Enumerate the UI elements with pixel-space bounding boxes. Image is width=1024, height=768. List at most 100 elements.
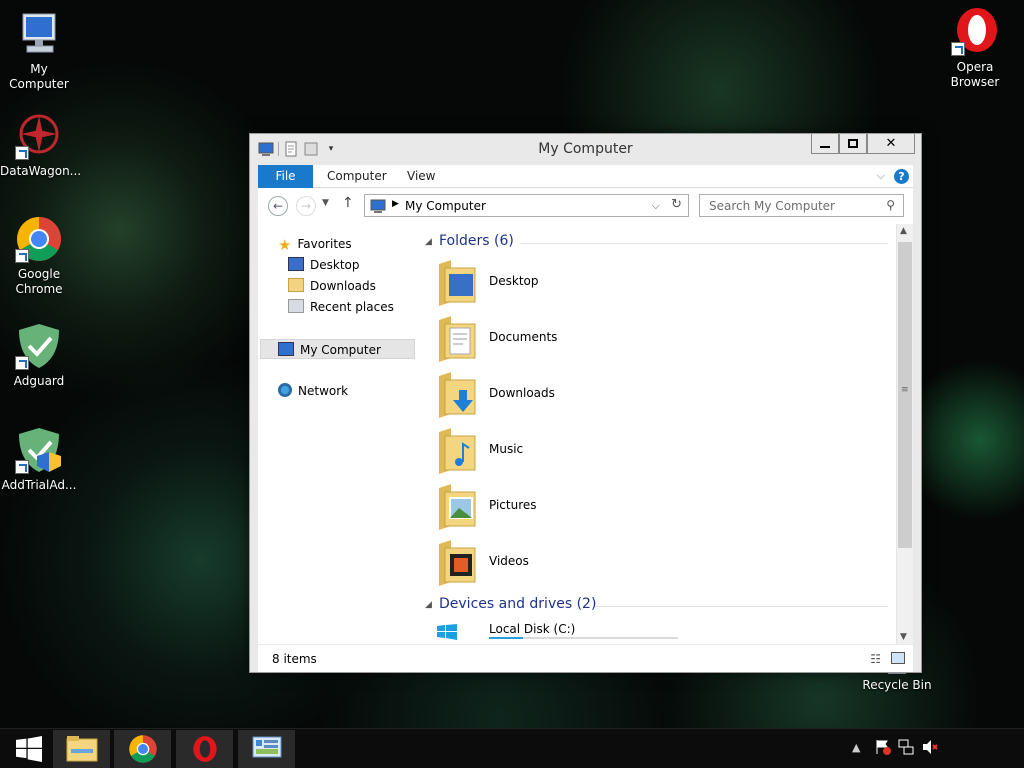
- navigation-pane: ★ Favorites Desktop Downloads Recent plac…: [258, 224, 415, 644]
- downloads-folder-icon: [439, 372, 476, 418]
- explorer-window[interactable]: ▾ My Computer ✕ File Computer View ⌵ ? ←…: [249, 133, 922, 673]
- scroll-up-icon[interactable]: ▲: [900, 226, 907, 236]
- nav-item-desktop[interactable]: Desktop: [288, 255, 360, 275]
- desktop-icon-datawagon[interactable]: DataWagon...: [0, 112, 81, 179]
- drive-local-disk-c[interactable]: Local Disk (C:): [437, 622, 737, 644]
- folder-downloads[interactable]: Downloads: [437, 370, 737, 422]
- devices-group-header[interactable]: Devices and drives (2): [439, 596, 596, 612]
- taskbar-chrome[interactable]: [114, 730, 171, 768]
- shortcut-arrow-icon: [15, 460, 29, 474]
- nav-item-favorites[interactable]: ★ Favorites: [278, 234, 352, 254]
- star-icon: ★: [278, 236, 292, 254]
- collapse-group-icon[interactable]: ◢: [425, 600, 432, 610]
- nav-label: My Computer: [300, 343, 381, 357]
- nav-item-recent-places[interactable]: Recent places: [288, 297, 394, 317]
- file-explorer-icon: [66, 736, 97, 762]
- folder-label: Music: [489, 442, 524, 456]
- nav-item-network[interactable]: Network: [278, 381, 348, 401]
- help-icon[interactable]: ?: [894, 169, 909, 184]
- desktop-folder-icon: [439, 260, 476, 306]
- folder-music[interactable]: Music: [437, 426, 737, 478]
- volume-muted-icon[interactable]: [922, 739, 938, 755]
- details-view-icon[interactable]: ☷: [870, 652, 881, 666]
- desktop-icon-chrome[interactable]: Google Chrome: [0, 215, 78, 297]
- tab-computer[interactable]: Computer: [327, 165, 387, 188]
- taskbar-file-explorer[interactable]: [53, 730, 110, 768]
- addtrial-icon: [15, 426, 63, 474]
- recent-places-icon: [288, 299, 304, 313]
- nav-label: Recent places: [310, 300, 394, 314]
- nav-item-downloads[interactable]: Downloads: [288, 276, 376, 296]
- nav-label: Network: [298, 384, 349, 398]
- computer-icon: [278, 342, 294, 356]
- folders-group-header[interactable]: Folders (6): [439, 233, 514, 249]
- up-arrow-icon[interactable]: ↑: [342, 195, 354, 211]
- shortcut-arrow-icon: [15, 249, 29, 263]
- nav-item-my-computer[interactable]: My Computer: [260, 339, 415, 359]
- search-box[interactable]: Search My Computer ⚲: [699, 194, 904, 217]
- tab-file[interactable]: File: [258, 165, 313, 188]
- refresh-icon[interactable]: ↻: [671, 197, 682, 212]
- desktop-icon-opera[interactable]: Opera Browser: [936, 8, 1014, 90]
- back-button[interactable]: ←: [268, 196, 288, 216]
- navigation-bar: ← → ▼ ↑ ▶ My Computer ⌵ ↻ Search My Comp…: [258, 188, 913, 224]
- large-icons-view-icon[interactable]: [891, 652, 905, 664]
- folder-pictures[interactable]: Pictures: [437, 482, 737, 534]
- maximize-icon: [848, 139, 858, 148]
- address-bar[interactable]: ▶ My Computer ⌵ ↻: [364, 194, 689, 217]
- address-text[interactable]: My Computer: [405, 199, 486, 213]
- opera-icon: [192, 736, 217, 762]
- vertical-scrollbar[interactable]: ▲ ≡ ▼: [896, 224, 913, 644]
- group-divider: [595, 606, 888, 607]
- forward-button[interactable]: →: [296, 196, 316, 216]
- action-center-flag-icon[interactable]: [875, 739, 891, 755]
- status-bar: 8 items ☷: [258, 644, 913, 672]
- taskbar-control-panel[interactable]: [238, 730, 295, 768]
- scroll-down-icon[interactable]: ▼: [900, 632, 907, 642]
- computer-icon: [370, 198, 386, 217]
- folder-label: Videos: [489, 554, 529, 568]
- datawagon-icon: [15, 112, 63, 160]
- folder-documents[interactable]: Documents: [437, 314, 737, 366]
- search-input[interactable]: Search My Computer: [709, 199, 835, 213]
- recent-locations-icon[interactable]: ▼: [322, 198, 329, 208]
- folder-label: Desktop: [489, 274, 539, 288]
- breadcrumb-chevron-icon[interactable]: ▶: [392, 199, 399, 209]
- documents-folder-icon: [439, 316, 476, 362]
- folder-desktop[interactable]: Desktop: [437, 258, 737, 310]
- taskbar-opera[interactable]: [176, 730, 233, 768]
- music-folder-icon: [439, 428, 476, 474]
- nav-label: Desktop: [310, 258, 360, 272]
- network-status-icon[interactable]: [898, 739, 914, 755]
- desktop-icon-label: Recycle Bin: [862, 678, 932, 692]
- control-panel-icon: [252, 736, 281, 758]
- chevron-down-icon[interactable]: ⌵: [652, 199, 660, 213]
- collapse-group-icon[interactable]: ◢: [425, 237, 432, 247]
- shortcut-arrow-icon: [15, 146, 29, 160]
- close-button[interactable]: ✕: [867, 134, 915, 154]
- title-bar[interactable]: ▾ My Computer ✕: [250, 134, 921, 165]
- desktop-icon-my-computer[interactable]: My Computer: [0, 10, 78, 92]
- start-button[interactable]: [0, 730, 57, 768]
- arrow-right-icon: →: [300, 199, 312, 213]
- search-icon[interactable]: ⚲: [886, 198, 895, 212]
- tab-view[interactable]: View: [407, 165, 435, 188]
- downloads-folder-icon: [288, 278, 304, 292]
- folder-label: Documents: [489, 330, 558, 344]
- folder-label: Downloads: [489, 386, 555, 400]
- drive-usage-bar: [489, 637, 678, 639]
- minimize-button[interactable]: [811, 134, 839, 154]
- desktop-icon-adguard[interactable]: Adguard: [0, 322, 78, 389]
- maximize-button[interactable]: [839, 134, 867, 154]
- group-divider: [521, 243, 888, 244]
- folder-videos[interactable]: Videos: [437, 538, 737, 590]
- arrow-left-icon: ←: [272, 199, 284, 213]
- shortcut-arrow-icon: [951, 42, 965, 56]
- scroll-thumb[interactable]: [898, 242, 912, 548]
- drive-usage-fill: [489, 637, 524, 639]
- nav-label: Downloads: [310, 279, 376, 293]
- windows-drive-icon: [437, 624, 457, 640]
- expand-ribbon-icon[interactable]: ⌵: [877, 169, 885, 183]
- show-hidden-icons-icon[interactable]: ▲: [852, 741, 860, 754]
- desktop-icon-addtrial[interactable]: AddTrialAd...: [0, 426, 78, 493]
